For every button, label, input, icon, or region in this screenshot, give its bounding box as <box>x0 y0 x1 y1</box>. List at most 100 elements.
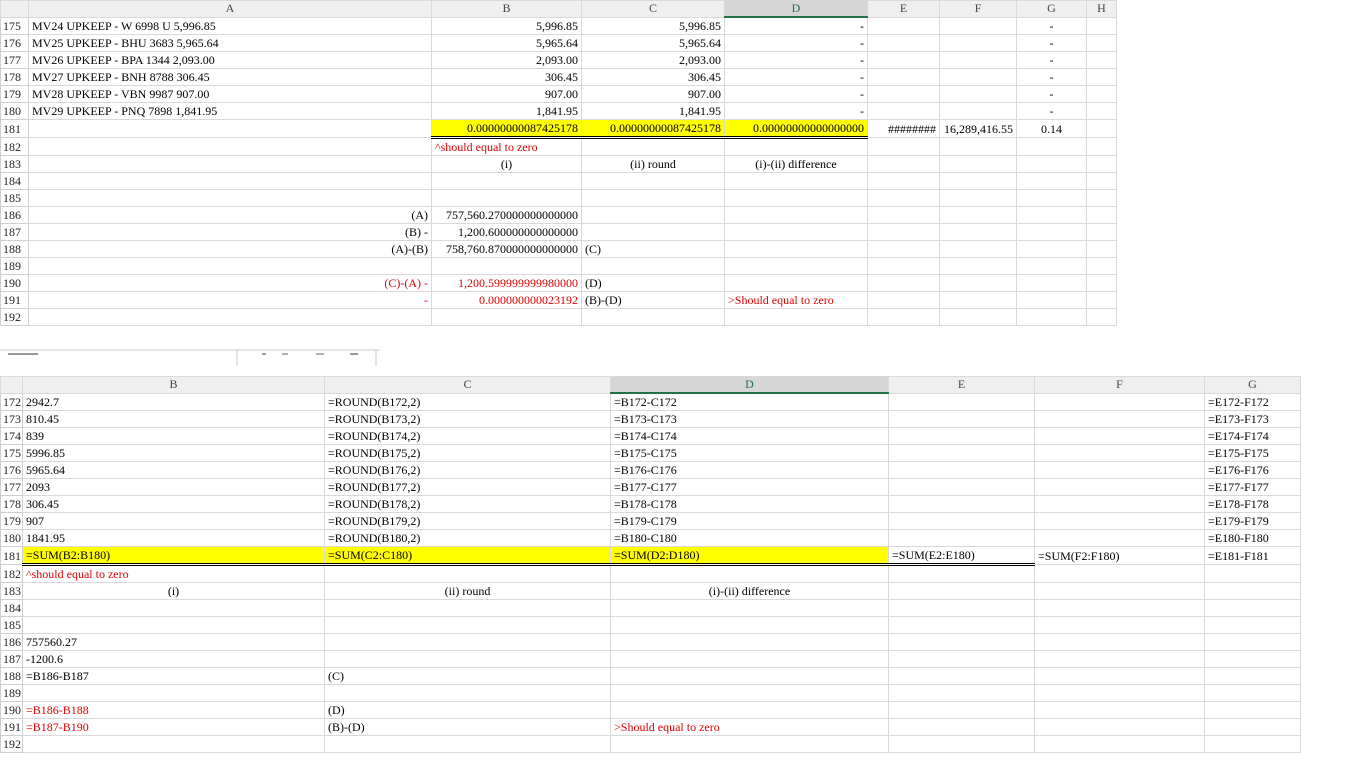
cell-b181[interactable]: 0.00000000087425178 <box>431 119 582 139</box>
cell-a176[interactable]: MV25 UPKEEP - BHU 3683 5,965.64 <box>28 34 432 52</box>
cell-c179[interactable]: =ROUND(B179,2) <box>324 512 611 530</box>
cell-c192[interactable] <box>581 308 725 326</box>
cell-g191[interactable] <box>1204 718 1301 736</box>
cell-c181[interactable]: =SUM(C2:C180) <box>324 546 611 566</box>
column-header-f[interactable]: F <box>1034 376 1205 394</box>
cell-e179[interactable] <box>888 512 1035 530</box>
cell-g174[interactable]: =E174-F174 <box>1204 427 1301 445</box>
cell-b183[interactable]: (i) <box>431 155 582 173</box>
row-header[interactable]: 184 <box>0 172 29 190</box>
cell-e187[interactable] <box>867 223 940 241</box>
cell-h188[interactable] <box>1086 240 1117 258</box>
cell-a191[interactable]: - <box>28 291 432 309</box>
cell-f187[interactable] <box>1034 650 1205 668</box>
row-header[interactable]: 189 <box>0 684 23 702</box>
cell-d177[interactable]: - <box>724 51 868 69</box>
cell-g176[interactable]: - <box>1016 34 1087 52</box>
cell-d186[interactable] <box>724 206 868 224</box>
cell-g185[interactable] <box>1016 189 1087 207</box>
cell-a186[interactable]: (A) <box>28 206 432 224</box>
cell-c183[interactable]: (ii) round <box>581 155 725 173</box>
cell-c187[interactable] <box>324 650 611 668</box>
row-header[interactable]: 191 <box>0 718 23 736</box>
cell-f190[interactable] <box>939 274 1017 292</box>
cell-b192[interactable] <box>22 735 325 753</box>
cell-f179[interactable] <box>1034 512 1205 530</box>
cell-a188[interactable]: (A)-(B) <box>28 240 432 258</box>
cell-d176[interactable]: =B176-C176 <box>610 461 889 479</box>
cell-d184[interactable] <box>610 599 889 617</box>
cell-f184[interactable] <box>939 172 1017 190</box>
cell-e182[interactable] <box>867 137 940 156</box>
cell-d173[interactable]: =B173-C173 <box>610 410 889 428</box>
cell-b178[interactable]: 306.45 <box>431 68 582 86</box>
cell-g188[interactable] <box>1204 667 1301 685</box>
row-header[interactable]: 180 <box>0 102 29 120</box>
cell-f176[interactable] <box>939 34 1017 52</box>
cell-d176[interactable]: - <box>724 34 868 52</box>
row-header[interactable]: 182 <box>0 137 29 156</box>
cell-f185[interactable] <box>1034 616 1205 634</box>
row-header[interactable]: 176 <box>0 34 29 52</box>
cell-c174[interactable]: =ROUND(B174,2) <box>324 427 611 445</box>
cell-f182[interactable] <box>939 137 1017 156</box>
cell-d181[interactable]: 0.00000000000000000 <box>724 119 868 139</box>
cell-c176[interactable]: 5,965.64 <box>581 34 725 52</box>
cell-c182[interactable] <box>324 564 611 583</box>
cell-b176[interactable]: 5,965.64 <box>431 34 582 52</box>
cell-b176[interactable]: 5965.64 <box>22 461 325 479</box>
cell-c190[interactable]: (D) <box>581 274 725 292</box>
cell-c178[interactable]: 306.45 <box>581 68 725 86</box>
cell-h187[interactable] <box>1086 223 1117 241</box>
cell-g181[interactable]: 0.14 <box>1016 119 1087 138</box>
cell-f186[interactable] <box>1034 633 1205 651</box>
cell-a189[interactable] <box>28 257 432 275</box>
cell-c176[interactable]: =ROUND(B176,2) <box>324 461 611 479</box>
cell-e181[interactable]: =SUM(E2:E180) <box>888 546 1035 566</box>
cell-c178[interactable]: =ROUND(B178,2) <box>324 495 611 513</box>
row-header[interactable]: 178 <box>0 495 23 513</box>
cell-b180[interactable]: 1,841.95 <box>431 102 582 120</box>
cell-b177[interactable]: 2,093.00 <box>431 51 582 69</box>
cell-f177[interactable] <box>939 51 1017 69</box>
cell-d184[interactable] <box>724 172 868 190</box>
cell-f175[interactable] <box>939 16 1017 35</box>
cell-b172[interactable]: 2942.7 <box>22 392 325 411</box>
cell-e185[interactable] <box>867 189 940 207</box>
cell-h175[interactable] <box>1086 16 1117 35</box>
cell-b178[interactable]: 306.45 <box>22 495 325 513</box>
cell-h176[interactable] <box>1086 34 1117 52</box>
cell-b185[interactable] <box>431 189 582 207</box>
cell-c189[interactable] <box>581 257 725 275</box>
column-header-a[interactable]: A <box>28 0 432 18</box>
column-header-g[interactable]: G <box>1016 0 1087 18</box>
cell-h184[interactable] <box>1086 172 1117 190</box>
cell-d182[interactable] <box>724 137 868 156</box>
cell-d174[interactable]: =B174-C174 <box>610 427 889 445</box>
cell-e181[interactable]: ######## <box>867 119 940 138</box>
cell-d186[interactable] <box>610 633 889 651</box>
cell-a184[interactable] <box>28 172 432 190</box>
cell-h186[interactable] <box>1086 206 1117 224</box>
cell-d179[interactable]: =B179-C179 <box>610 512 889 530</box>
cell-b188[interactable]: =B186-B187 <box>22 667 325 685</box>
column-header-g[interactable]: G <box>1204 376 1301 394</box>
row-header[interactable]: 178 <box>0 68 29 86</box>
cell-f179[interactable] <box>939 85 1017 103</box>
cell-e183[interactable] <box>888 582 1035 600</box>
cell-c188[interactable]: (C) <box>581 240 725 258</box>
cell-e172[interactable] <box>888 392 1035 411</box>
cell-b186[interactable]: 757560.27 <box>22 633 325 651</box>
cell-g182[interactable] <box>1016 137 1087 156</box>
cell-e186[interactable] <box>888 633 1035 651</box>
row-header[interactable]: 190 <box>0 701 23 719</box>
cell-b187[interactable]: -1200.6 <box>22 650 325 668</box>
cell-h185[interactable] <box>1086 189 1117 207</box>
cell-d188[interactable] <box>724 240 868 258</box>
cell-d190[interactable] <box>610 701 889 719</box>
cell-d177[interactable]: =B177-C177 <box>610 478 889 496</box>
row-header[interactable]: 183 <box>0 582 23 600</box>
cell-f185[interactable] <box>939 189 1017 207</box>
row-header[interactable]: 186 <box>0 633 23 651</box>
cell-a177[interactable]: MV26 UPKEEP - BPA 1344 2,093.00 <box>28 51 432 69</box>
